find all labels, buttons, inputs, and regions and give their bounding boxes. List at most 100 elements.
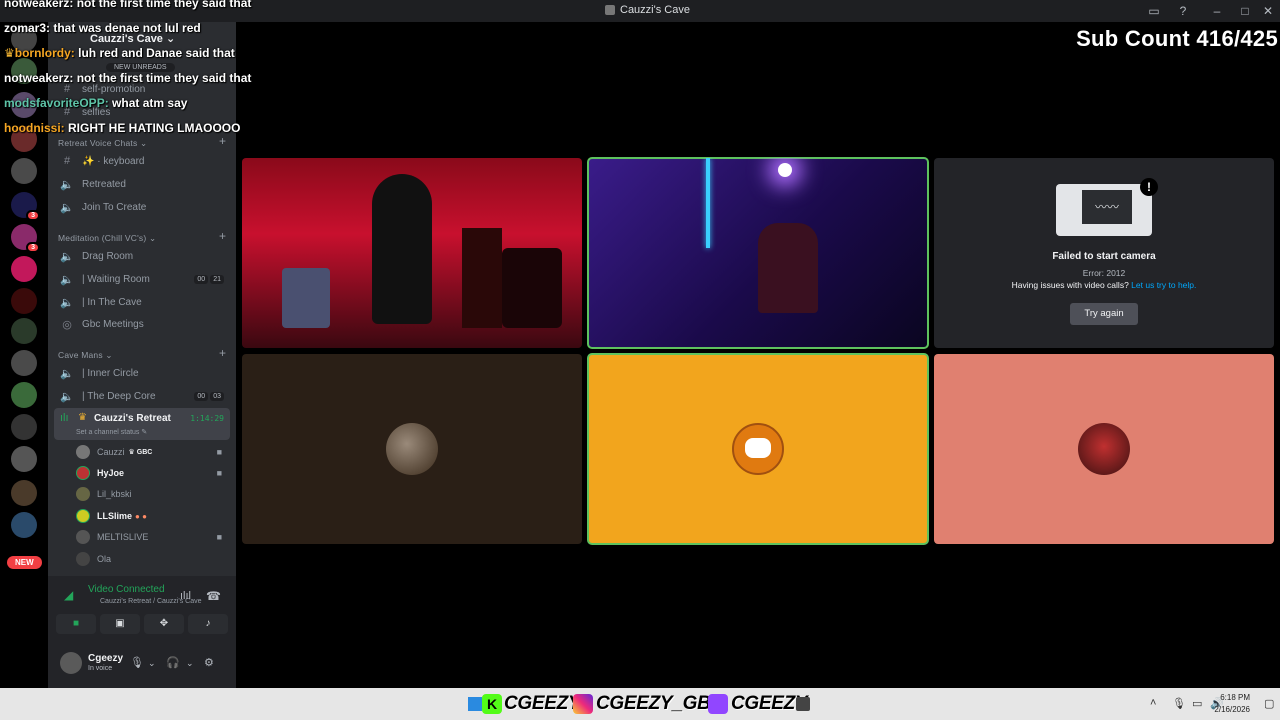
channel-join-to-create[interactable]: 🔈 Join To Create xyxy=(54,197,230,217)
self-status: In voice xyxy=(88,665,113,672)
camera-fail-error: Error: 2012 xyxy=(1082,268,1126,278)
voice-user[interactable]: Ola xyxy=(76,549,226,569)
channel-inner-circle[interactable]: 🔈 | Inner Circle xyxy=(54,363,230,383)
camera-icon: ■ xyxy=(216,468,222,478)
video-tile-4[interactable] xyxy=(242,354,582,544)
server-icon-11[interactable] xyxy=(11,350,37,376)
chat-message: hoodnissi: RIGHT HE HATING LMAOOOO xyxy=(4,121,240,135)
signal-icon[interactable]: ◢ xyxy=(64,588,73,602)
gear-icon[interactable]: ⚙ xyxy=(204,656,214,669)
add-channel-icon[interactable]: + xyxy=(219,229,226,243)
screen-share-button[interactable]: ▣ xyxy=(100,614,140,634)
channel-label: Gbc Meetings xyxy=(82,318,144,330)
server-icon-15[interactable] xyxy=(11,480,37,506)
server-icon-10[interactable] xyxy=(11,318,37,344)
broken-camera-icon: 〰〰 ! xyxy=(1056,178,1158,236)
camera-icon: ■ xyxy=(216,532,222,542)
avatar xyxy=(76,530,90,544)
chat-text: what atm say xyxy=(112,96,188,110)
chat-text: that was denae not lul red xyxy=(53,21,201,35)
category-retreat[interactable]: Retreat Voice Chats ⌄ xyxy=(58,138,147,149)
server-icon-7[interactable]: 3 xyxy=(11,224,40,253)
channel-status[interactable]: Set a channel status ✎ xyxy=(76,428,147,436)
chat-message: zomar3: that was denae not lul red xyxy=(4,21,201,35)
user-name: MELTISLIVE xyxy=(97,532,149,542)
try-again-button[interactable]: Try again xyxy=(1070,303,1138,325)
server-icon-12[interactable] xyxy=(11,382,37,408)
avatar xyxy=(60,652,82,674)
server-icon-9[interactable] xyxy=(11,288,37,314)
video-tile-2[interactable] xyxy=(587,157,929,349)
camera-screen: 〰〰 xyxy=(1082,190,1132,224)
status-emoji-icon: ● ● xyxy=(135,511,147,521)
server-icon-16[interactable] xyxy=(11,512,37,538)
chat-user: bornlordy: xyxy=(14,46,75,60)
stage-icon: ◎ xyxy=(62,318,72,331)
maximize-icon[interactable]: □ xyxy=(1238,4,1252,18)
soundboard-button[interactable]: ♪ xyxy=(188,614,228,634)
channel-retreated[interactable]: 🔈 Retreated xyxy=(54,174,230,194)
server-icon-5[interactable] xyxy=(11,158,37,184)
channel-cauzzis-retreat[interactable]: ılı ♛ Cauzzi's Retreat 1:14:29 Set a cha… xyxy=(54,408,230,440)
help-link[interactable]: Let us try to help. xyxy=(1131,280,1196,290)
add-channel-icon[interactable]: + xyxy=(219,134,226,148)
avatar xyxy=(1078,423,1130,475)
help-icon[interactable]: ? xyxy=(1176,4,1190,18)
voice-user[interactable]: LLSlime ● ● xyxy=(76,506,226,526)
close-icon[interactable]: ✕ xyxy=(1261,4,1275,18)
microphone-icon[interactable]: 🎙 xyxy=(1172,697,1186,710)
chat-message: modsfavoriteOPP: what atm say xyxy=(4,96,187,110)
video-tile-6[interactable] xyxy=(934,354,1274,544)
chevron-down-icon[interactable]: ⌄ xyxy=(148,658,156,669)
voice-user[interactable]: HyJoe ■ xyxy=(76,463,226,483)
camera-button[interactable]: ■ xyxy=(56,614,96,634)
channel-label-text: keyboard xyxy=(103,155,145,167)
video-light xyxy=(778,163,792,177)
disconnect-icon[interactable]: ☎ xyxy=(206,589,221,603)
video-led-strip xyxy=(706,158,710,248)
channel-in-the-cave[interactable]: 🔈 | In The Cave xyxy=(54,292,230,312)
app-icon[interactable] xyxy=(796,697,810,711)
noise-suppression-icon[interactable]: ılıl xyxy=(180,590,191,602)
server-icon-8[interactable] xyxy=(11,256,37,282)
inbox-icon[interactable]: ▭ xyxy=(1147,4,1161,18)
category-cave-mans[interactable]: Cave Mans ⌄ xyxy=(58,350,113,361)
server-icon-6[interactable]: 3 xyxy=(11,192,40,221)
network-icon[interactable]: ▭ xyxy=(1192,697,1202,710)
windows-start-icon[interactable] xyxy=(468,697,482,711)
active-channel-label: Cauzzi's Retreat xyxy=(94,413,171,424)
speaker-icon: 🔈 xyxy=(60,367,74,380)
chevron-up-icon[interactable]: ˄ xyxy=(1150,697,1156,709)
voice-user[interactable]: MELTISLIVE ■ xyxy=(76,527,226,547)
camera-fail-help: Having issues with video calls? Let us t… xyxy=(934,280,1274,290)
channel-deep-core[interactable]: 🔈 | The Deep Core 00 03 xyxy=(54,386,230,406)
count-current: 00 xyxy=(194,274,209,284)
channel-keyboard[interactable]: # ✨ · keyboard xyxy=(54,151,230,171)
video-tile-5[interactable] xyxy=(587,353,929,545)
add-channel-icon[interactable]: + xyxy=(219,346,226,360)
headphones-icon[interactable]: 🎧 xyxy=(166,656,180,669)
channel-drag-room[interactable]: 🔈 Drag Room xyxy=(54,246,230,266)
channel-gbc-meetings[interactable]: ◎ Gbc Meetings xyxy=(54,314,230,334)
server-icon xyxy=(605,5,615,15)
notification-icon[interactable]: ▢ xyxy=(1264,697,1274,710)
video-tile-1[interactable] xyxy=(242,158,582,348)
unread-badge: 3 xyxy=(26,210,40,221)
alert-icon: ! xyxy=(1140,178,1158,196)
microphone-icon[interactable]: 🎙 xyxy=(130,656,144,669)
system-clock[interactable]: 6:18 PM 2/16/2026 xyxy=(1214,692,1250,716)
activities-button[interactable]: ✥ xyxy=(144,614,184,634)
voice-user[interactable]: Lil_kbski xyxy=(76,484,226,504)
voice-user[interactable]: Cauzzi ♛ GBC ■ xyxy=(76,442,226,462)
tag-text: GBC xyxy=(136,449,153,456)
category-meditation[interactable]: Meditation (Chill VC's) ⌄ xyxy=(58,233,156,244)
chevron-down-icon[interactable]: ⌄ xyxy=(186,658,194,669)
server-icon-14[interactable] xyxy=(11,446,37,472)
speaker-icon: 🔈 xyxy=(60,250,74,263)
server-icon-13[interactable] xyxy=(11,414,37,440)
minimize-icon[interactable]: – xyxy=(1210,4,1224,18)
chat-user: notweakerz: xyxy=(4,71,74,85)
channel-waiting-room[interactable]: 🔈 | Waiting Room 00 21 xyxy=(54,269,230,289)
voice-status[interactable]: Video Connected xyxy=(88,584,165,595)
new-badge[interactable]: NEW xyxy=(7,556,42,569)
